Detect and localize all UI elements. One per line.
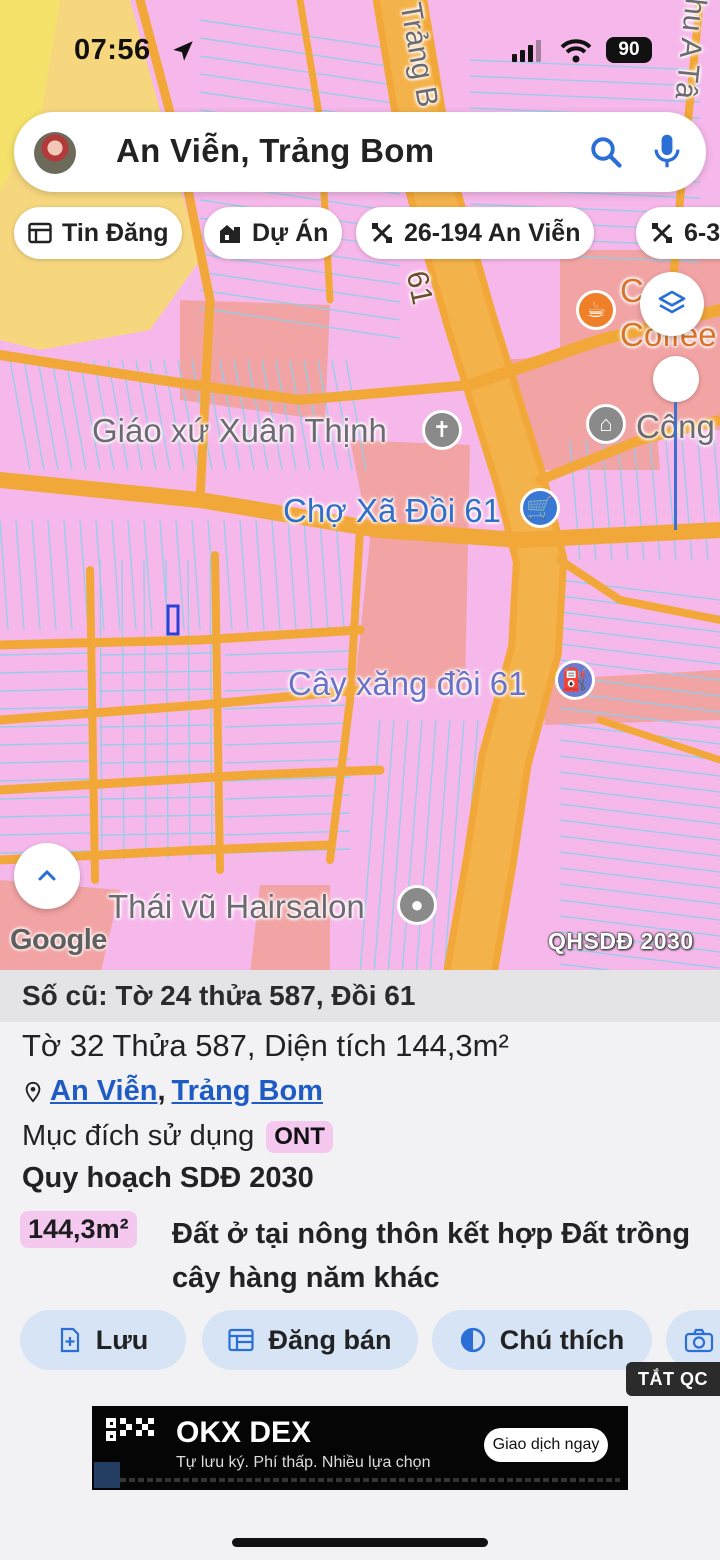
ad-cta-button[interactable]: Giao dịch ngay (484, 1428, 608, 1462)
save-icon (60, 1327, 79, 1353)
area-description: Đất ở tại nông thôn kết hợp Đất trồng câ… (172, 1218, 691, 1294)
parcel-icon (652, 223, 672, 243)
selected-parcel-outline (166, 604, 180, 636)
post-label: Đăng bán (268, 1324, 392, 1355)
status-bar: 07:56 90 (0, 28, 720, 76)
area-badge: 144,3m² (20, 1211, 137, 1248)
shopping-cart-pin-icon[interactable]: 🛒 (520, 488, 560, 528)
parcel-location: An Viễn , Trảng Bom (22, 1075, 323, 1108)
coffee-pin-icon[interactable]: ☕ (576, 290, 616, 330)
search-query[interactable]: An Viễn, Trảng Bom (116, 132, 434, 170)
ad-play-icon[interactable] (94, 1462, 120, 1488)
ad-subtitle: Tự lưu ký. Phí thấp. Nhiều lựa chọn (176, 1454, 431, 1471)
chip-label: Tin Đăng (62, 218, 169, 247)
location-arrow-icon (173, 41, 193, 61)
gas-station-pin-icon[interactable]: ⛽ (555, 660, 595, 700)
government-pin-icon[interactable]: ⌂ (586, 404, 626, 444)
purpose-label: Mục đích sử dụng (22, 1120, 255, 1152)
chip-parcel-an-vien[interactable]: 26-194 An Viễn (356, 207, 595, 259)
status-time: 07:56 (74, 34, 151, 66)
chevron-up-icon (38, 869, 56, 881)
legend-icon (460, 1327, 485, 1353)
ad-banner[interactable]: OKX DEX Tự lưu ký. Phí thấp. Nhiều lựa c… (92, 1406, 628, 1490)
save-label: Lưu (95, 1324, 149, 1355)
purpose-code-badge: ONT (266, 1120, 333, 1153)
road-label-61: 61 (399, 268, 439, 308)
plan-title: Quy hoạch SDĐ 2030 (22, 1162, 314, 1194)
camera-button[interactable] (666, 1310, 720, 1370)
location-pin-icon (25, 1081, 41, 1103)
commune-link[interactable]: An Viễn (50, 1075, 157, 1108)
opacity-slider-handle[interactable] (653, 356, 699, 402)
church-pin-icon[interactable]: ✝ (422, 410, 462, 450)
hide-ads-button[interactable]: TẮT QC (626, 1362, 720, 1396)
wifi-icon (560, 39, 592, 63)
location-pin-icon[interactable]: ● (397, 885, 437, 925)
location-separator: , (157, 1075, 166, 1107)
parcel-icon (372, 223, 392, 243)
save-button[interactable]: Lưu (20, 1310, 186, 1370)
expand-sheet-button[interactable] (14, 843, 80, 909)
chip-listings[interactable]: Tin Đăng (14, 207, 183, 259)
parcel-info-sheet: Số cũ: Tờ 24 thửa 587, Đồi 61 Tờ 32 Thửa… (0, 970, 720, 1560)
post-icon (228, 1328, 255, 1352)
mic-icon[interactable] (650, 132, 684, 170)
parcel-summary: Tờ 32 Thửa 587, Diện tích 144,3m² (22, 1028, 509, 1063)
chip-label: Dự Án (252, 218, 329, 247)
camera-icon (684, 1328, 714, 1353)
search-icon[interactable] (588, 134, 624, 170)
building-icon (220, 225, 240, 243)
plan-tag: QHSDĐ 2030 (548, 928, 694, 954)
search-bar[interactable]: An Viễn, Trảng Bom (14, 112, 706, 192)
opacity-slider-track[interactable] (674, 402, 677, 530)
post-for-sale-button[interactable]: Đăng bán (202, 1310, 418, 1370)
chip-parcel-next[interactable]: 6-3 (636, 207, 720, 259)
district-link[interactable]: Trảng Bom (172, 1075, 323, 1108)
layers-icon (658, 290, 686, 314)
legend-button[interactable]: Chú thích (432, 1310, 652, 1370)
ad-fine-print (120, 1478, 620, 1482)
land-use-purpose: Mục đích sử dụng ONT (22, 1120, 333, 1153)
okx-logo-icon (106, 1418, 154, 1441)
poi-label-gas-station[interactable]: Cây xăng đồi 61 (288, 665, 527, 703)
home-indicator[interactable] (232, 1538, 488, 1547)
poi-label-market[interactable]: Chợ Xã Đồi 61 (283, 492, 501, 530)
chip-label: 6-3 (684, 218, 720, 247)
poi-label-church[interactable]: Giáo xứ Xuân Thịnh (92, 412, 387, 450)
listing-icon (28, 222, 52, 244)
cellular-signal-icon (512, 40, 541, 62)
map-view[interactable]: 61 Trảng B hu A Tâ Giáo xứ Xuân Thịnh ✝ … (0, 0, 720, 975)
avatar[interactable] (34, 132, 76, 174)
chip-label: 26-194 An Viễn (404, 218, 581, 247)
chip-projects[interactable]: Dự Án (204, 207, 343, 259)
legend-label: Chú thích (499, 1324, 625, 1355)
old-parcel-number: Số cũ: Tờ 24 thửa 587, Đồi 61 (22, 980, 416, 1011)
ad-brand: OKX DEX (176, 1416, 312, 1449)
battery-indicator: 90 (606, 37, 652, 63)
layers-button[interactable] (640, 272, 704, 336)
poi-label-salon[interactable]: Thái vũ Hairsalon (108, 888, 365, 926)
sheet-header: Số cũ: Tờ 24 thửa 587, Đồi 61 (0, 970, 720, 1022)
google-logo: Google (10, 924, 107, 956)
